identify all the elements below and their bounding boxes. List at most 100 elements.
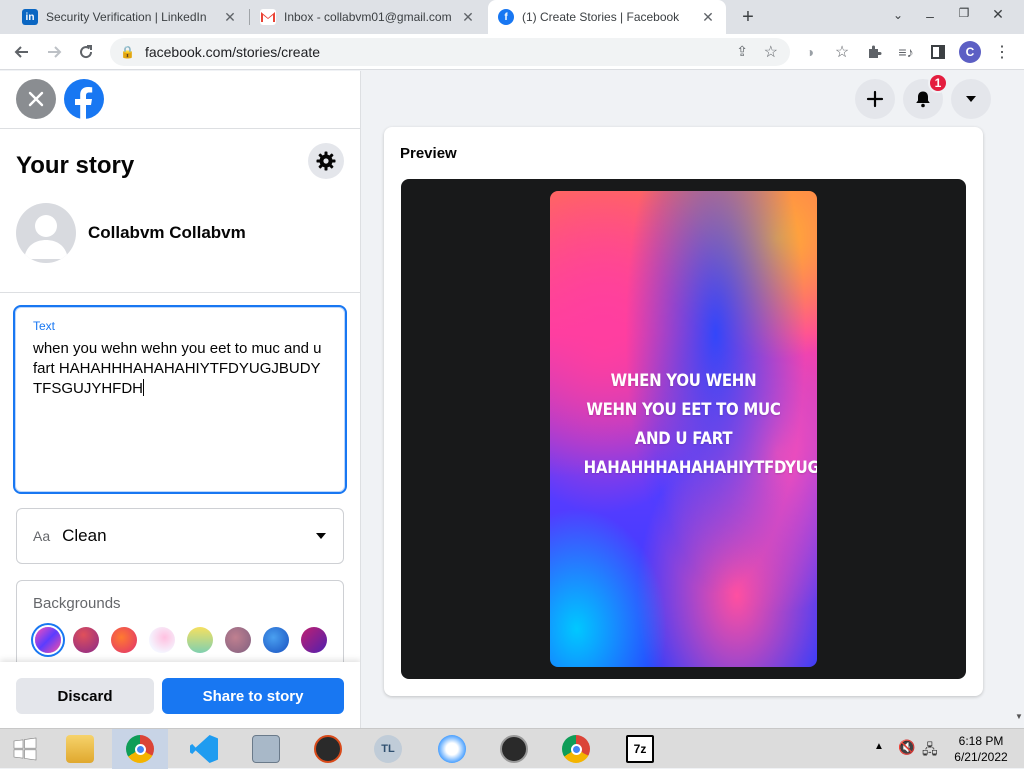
tab-linkedin[interactable]: in Security Verification | LinkedIn ✕ bbox=[12, 0, 248, 34]
close-button[interactable] bbox=[16, 79, 56, 119]
chrome-icon bbox=[126, 735, 154, 763]
background-swatch[interactable] bbox=[263, 627, 289, 653]
notification-badge: 1 bbox=[928, 73, 948, 93]
facebook-f-icon bbox=[75, 87, 93, 119]
lock-icon[interactable]: 🔒 bbox=[120, 45, 135, 59]
share-to-story-button[interactable]: Share to story bbox=[162, 678, 344, 714]
windows-taskbar: TL 7z ▲ 🔇 🖧 6:18 PM 6/21/2022 bbox=[0, 728, 1024, 769]
settings-button[interactable] bbox=[308, 143, 344, 179]
text-field-value[interactable]: when you wehn wehn you eet to muc and u … bbox=[33, 339, 327, 399]
account-menu-button[interactable] bbox=[951, 79, 991, 119]
close-icon bbox=[28, 91, 44, 107]
background-swatch[interactable] bbox=[149, 627, 175, 653]
tab-search-icon[interactable]: ⌄ bbox=[888, 8, 908, 26]
action-bar: Discard Share to story bbox=[0, 662, 360, 728]
tab-title: (1) Create Stories | Facebook bbox=[522, 10, 680, 24]
left-panel-header bbox=[0, 71, 360, 129]
browser-toolbar: 🔒 facebook.com/stories/create ⇪ ☆ ◑ ☆ ≡♪… bbox=[0, 34, 1024, 70]
user-name: Collabvm Collabvm bbox=[88, 223, 246, 242]
caret-down-icon bbox=[316, 533, 326, 539]
tray-overflow-icon[interactable]: ▲ bbox=[874, 741, 884, 752]
share-icon[interactable]: ⇪ bbox=[736, 43, 748, 60]
taskbar-clock[interactable]: 6:18 PM 6/21/2022 bbox=[948, 733, 1014, 765]
browser-tab-strip: in Security Verification | LinkedIn ✕ In… bbox=[0, 0, 1024, 34]
star-extension-icon[interactable]: ☆ bbox=[828, 38, 856, 66]
address-bar[interactable]: 🔒 facebook.com/stories/create ⇪ ☆ bbox=[110, 38, 790, 66]
app-icon bbox=[314, 735, 342, 763]
text-field-label: Text bbox=[33, 319, 56, 333]
page-title: Your story bbox=[16, 152, 135, 179]
chrome-icon bbox=[562, 735, 590, 763]
preview-card: Preview WHEN YOU WEHN WEHN YOU EET TO MU… bbox=[384, 127, 983, 696]
font-style-value: Clean bbox=[62, 526, 107, 545]
vscode-icon bbox=[190, 735, 218, 763]
taskbar-task-manager[interactable] bbox=[238, 729, 294, 769]
taskbar-file-explorer[interactable] bbox=[52, 729, 108, 769]
avatar bbox=[16, 203, 76, 263]
taskbar-obs[interactable] bbox=[486, 729, 542, 769]
story-editor-panel: Your story Collabvm Collabvm Text when y… bbox=[0, 71, 361, 728]
browser-menu-icon[interactable]: ⋮ bbox=[988, 38, 1016, 66]
forward-arrow-icon bbox=[48, 46, 62, 58]
network-icon[interactable]: 🖧 bbox=[922, 739, 938, 763]
background-swatch-selected[interactable] bbox=[35, 627, 61, 653]
discard-button[interactable]: Discard bbox=[16, 678, 154, 714]
close-icon[interactable]: ✕ bbox=[460, 9, 476, 26]
task-manager-icon bbox=[252, 735, 280, 763]
font-style-dropdown[interactable]: Aa Clean bbox=[16, 508, 344, 564]
gear-icon bbox=[316, 151, 336, 171]
backgrounds-label: Backgrounds bbox=[33, 595, 121, 612]
start-button[interactable] bbox=[0, 729, 50, 769]
background-swatch[interactable] bbox=[73, 627, 99, 653]
linkedin-icon: in bbox=[22, 9, 38, 25]
tab-title: Security Verification | LinkedIn bbox=[46, 10, 207, 24]
background-swatch[interactable] bbox=[187, 627, 213, 653]
preview-label: Preview bbox=[400, 145, 457, 162]
new-tab-button[interactable]: + bbox=[736, 6, 760, 28]
scrollbar-down-arrow[interactable]: ▼ bbox=[1014, 712, 1024, 726]
story-preview: WHEN YOU WEHN WEHN YOU EET TO MUC AND U … bbox=[550, 191, 817, 667]
background-swatch[interactable] bbox=[301, 627, 327, 653]
media-queue-icon[interactable]: ≡♪ bbox=[892, 38, 920, 66]
puzzle-extensions-icon[interactable] bbox=[860, 38, 888, 66]
back-button[interactable] bbox=[8, 38, 36, 66]
create-button[interactable] bbox=[855, 79, 895, 119]
taskbar-vscode[interactable] bbox=[176, 729, 232, 769]
tab-gmail[interactable]: Inbox - collabvm01@gmail.com ✕ bbox=[250, 0, 486, 34]
taskbar-chrome-2[interactable] bbox=[548, 729, 604, 769]
taskbar-app-1[interactable] bbox=[300, 729, 356, 769]
background-swatch[interactable] bbox=[225, 627, 251, 653]
facebook-icon: f bbox=[498, 9, 514, 25]
taskbar-app-2[interactable]: TL bbox=[360, 729, 416, 769]
side-panel-icon[interactable] bbox=[924, 38, 952, 66]
7zip-icon: 7z bbox=[626, 735, 654, 763]
facebook-logo[interactable] bbox=[64, 79, 104, 119]
extension-icon[interactable]: ◑ bbox=[796, 38, 824, 66]
close-window-button[interactable]: ✕ bbox=[988, 6, 1008, 24]
forward-button[interactable] bbox=[40, 38, 68, 66]
folder-icon bbox=[66, 735, 94, 763]
plus-icon bbox=[866, 90, 884, 108]
caret-down-icon bbox=[966, 96, 976, 102]
clock-date: 6/21/2022 bbox=[954, 750, 1008, 764]
profile-button[interactable]: C bbox=[956, 38, 984, 66]
bookmark-star-icon[interactable]: ☆ bbox=[764, 42, 778, 62]
text-field-content: when you wehn wehn you eet to muc and u … bbox=[33, 340, 326, 397]
tab-facebook-create-stories[interactable]: f (1) Create Stories | Facebook ✕ bbox=[488, 0, 726, 34]
taskbar-7zip[interactable]: 7z bbox=[612, 729, 668, 769]
close-icon[interactable]: ✕ bbox=[222, 9, 238, 26]
story-preview-text: WHEN YOU WEHN WEHN YOU EET TO MUC AND U … bbox=[583, 371, 817, 478]
background-swatch[interactable] bbox=[111, 627, 137, 653]
default-avatar-icon bbox=[24, 215, 68, 259]
url-text: facebook.com/stories/create bbox=[144, 44, 321, 60]
reload-button[interactable] bbox=[72, 38, 100, 66]
text-caret bbox=[143, 379, 144, 396]
close-icon[interactable]: ✕ bbox=[700, 9, 716, 26]
clock-time: 6:18 PM bbox=[958, 734, 1004, 748]
taskbar-app-3[interactable] bbox=[424, 729, 480, 769]
taskbar-chrome[interactable] bbox=[112, 729, 168, 769]
minimize-button[interactable]: – bbox=[920, 8, 940, 26]
speaker-muted-icon[interactable]: 🔇 bbox=[898, 739, 915, 756]
story-text-input[interactable]: Text when you wehn wehn you eet to muc a… bbox=[13, 305, 347, 494]
restore-button[interactable]: ❐ bbox=[954, 6, 974, 24]
